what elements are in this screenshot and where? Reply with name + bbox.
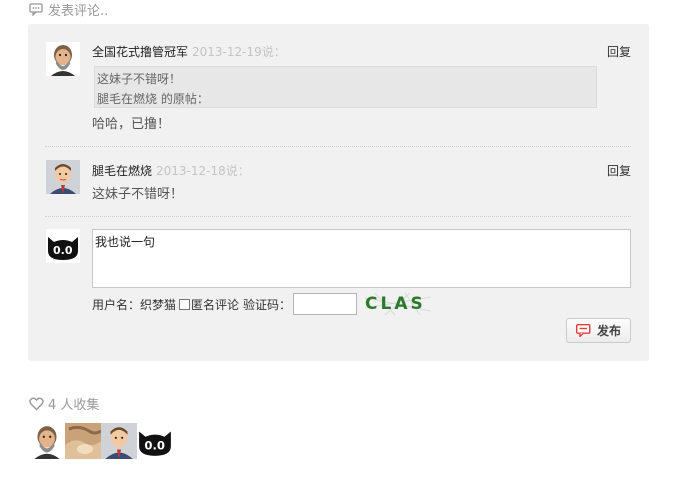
captcha-text: CLAS (365, 294, 426, 314)
comment-textarea[interactable]: 我也说一句 (92, 229, 631, 288)
comment-2-header: 腿毛在燃烧 2013-12-18说： (92, 162, 250, 179)
comment-form-options: 用户名：织梦猫 匿名评论 验证码： CLAS (92, 293, 432, 315)
section-title-text: 发表评论.. (48, 3, 109, 19)
old-man-avatar-icon (46, 42, 80, 76)
publish-button[interactable]: 发布 (566, 318, 631, 343)
favorite-user-avatar[interactable] (101, 423, 137, 459)
anonymous-label: 匿名评论 (191, 297, 240, 312)
reply-button-comment-2[interactable]: 回复 (607, 162, 631, 179)
heart-icon (29, 397, 44, 410)
quote-line-2: 腿毛在燃烧 的原帖： (97, 92, 209, 106)
comment-1-quote: 这妹子不错呀！ 腿毛在燃烧 的原帖： (94, 66, 597, 108)
publish-button-label: 发布 (596, 324, 621, 338)
favorite-user-avatar[interactable]: 0.0 (137, 423, 173, 459)
comment-1-text: 哈哈，已撸！ (92, 117, 171, 132)
quote-line-1: 这妹子不错呀！ (97, 72, 182, 86)
old-man-avatar-icon (29, 423, 65, 459)
black-cat-avatar-icon: 0.0 (46, 229, 80, 263)
comment-divider (45, 146, 631, 147)
avatar-comment-2[interactable] (46, 160, 80, 194)
photo-avatar-icon (65, 423, 101, 459)
comment-1-date: 2013-12-19说： (192, 45, 286, 59)
favorite-user-avatar[interactable] (65, 423, 101, 459)
comment-2-author[interactable]: 腿毛在燃烧 (92, 164, 152, 178)
reply-button-comment-1[interactable]: 回复 (607, 43, 631, 60)
captcha-input[interactable] (293, 293, 358, 315)
comment-1-author[interactable]: 全国花式撸管冠军 (92, 45, 188, 59)
anonymous-checkbox[interactable] (179, 298, 191, 310)
svg-text:0.0: 0.0 (144, 438, 165, 452)
svg-text:0.0: 0.0 (53, 244, 73, 257)
comment-section-title: 发表评论.. (29, 0, 109, 19)
comment-1-header: 全国花式撸管冠军 2013-12-19说： (92, 43, 286, 60)
black-cat-avatar-icon: 0.0 (137, 423, 173, 459)
current-user-avatar: 0.0 (46, 229, 80, 263)
username-label: 用户名：织梦猫 (92, 297, 177, 312)
comment-2-text: 这妹子不错呀！ (92, 187, 184, 202)
captcha-label: 验证码： (243, 297, 292, 312)
avatar-comment-1[interactable] (46, 42, 80, 76)
comment-2-date: 2013-12-18说： (156, 164, 250, 178)
businessman-avatar-icon (101, 423, 137, 459)
businessman-avatar-icon (46, 160, 80, 194)
captcha-image[interactable]: CLAS (365, 293, 432, 315)
comment-icon (575, 324, 591, 337)
comment-icon (29, 2, 43, 16)
favorites-count: 4 人收集 (48, 398, 100, 413)
comment-divider (45, 216, 631, 217)
favorites-avatar-list: 0.0 (29, 423, 173, 459)
favorites-header: 4 人收集 (29, 394, 99, 413)
favorite-user-avatar[interactable] (29, 423, 65, 459)
